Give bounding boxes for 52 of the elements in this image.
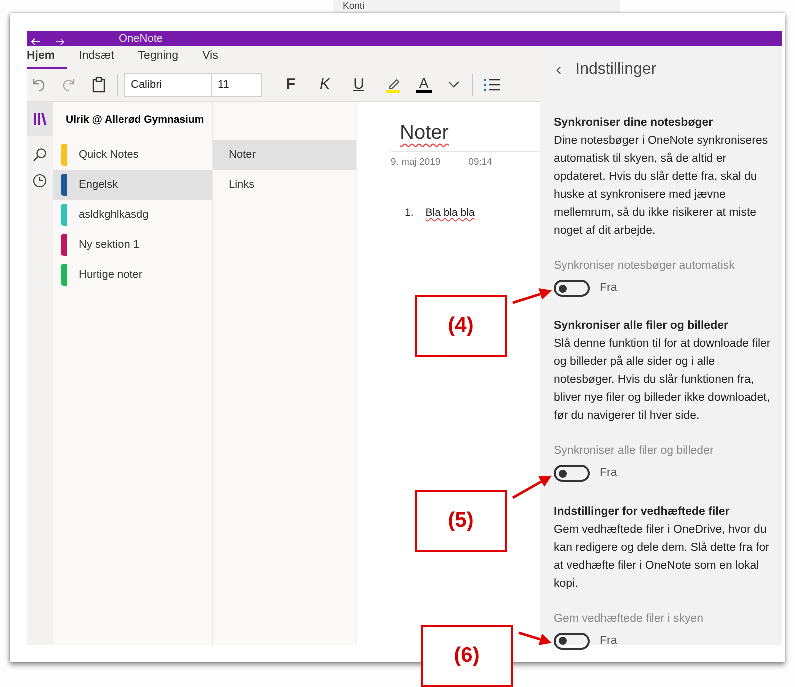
section-heading: Synkroniser alle filer og billeder xyxy=(554,319,730,334)
toggle-state: Fra xyxy=(600,634,618,648)
notebooks-icon[interactable] xyxy=(27,102,53,136)
underline-button[interactable]: U xyxy=(344,73,374,97)
toggle-label: Synkroniser alle filer og billeder xyxy=(554,444,715,460)
panel-title: Indstillinger xyxy=(576,60,657,80)
toggle-state: Fra xyxy=(600,466,618,482)
annotation-label: (5) xyxy=(415,490,507,552)
section-item[interactable]: Quick Notes xyxy=(53,140,212,170)
toggle-state: Fra xyxy=(600,281,618,296)
toggle-label: Gem vedhæftede filer i skyen xyxy=(554,612,705,626)
list-number: 1. xyxy=(405,206,414,222)
italic-button[interactable]: K xyxy=(310,73,340,97)
forward-icon[interactable] xyxy=(55,38,65,46)
section-description: Dine notesbøger i OneNote synkroniseres automatisk til skyen, så de altid er opdateret. Hvis du slår dette fra, skal du huske at synkronisere med jævne mellemrum, så du ikke risikerer at miste noget af dit arbejde. xyxy=(554,134,770,239)
page-title: Noter xyxy=(400,121,449,146)
back-button[interactable]: ‹ xyxy=(554,60,564,80)
page-item[interactable]: Noter xyxy=(213,140,356,170)
annotation-label: (6) xyxy=(421,625,513,687)
font-field[interactable]: Calibri xyxy=(124,73,212,97)
section-heading: Indstillinger for vedhæftede filer xyxy=(554,504,731,520)
section-description: Gem vedhæftede filer i OneDrive, hvor du kan redigere og dele dem. Slå dette fra for at vedhæfte filer i OneNote som en lokal kopi. xyxy=(554,522,770,592)
section-description: Slå denne funktion til for at downloade filer og billeder på alle sider og i alle notesbøger. Hvis du slår funktionen fra, bliver nye filer og billeder ikke downloadet, før du navigerer til hver side. xyxy=(554,336,772,424)
section-item[interactable]: Hurtige noter xyxy=(53,260,212,290)
search-icon[interactable] xyxy=(33,148,47,162)
ribbon-tab[interactable]: Tegning xyxy=(126,46,191,69)
section-item[interactable]: Engelsk xyxy=(53,170,212,200)
page-date: 9. maj 2019 xyxy=(391,156,441,170)
clock-icon[interactable] xyxy=(33,174,47,188)
toggle-switch[interactable] xyxy=(554,465,590,482)
section-heading: Synkroniser dine notesbøger xyxy=(554,116,714,131)
list-item-text: Bla bla bla xyxy=(426,206,475,222)
back-icon[interactable] xyxy=(31,38,41,46)
background-text: Konti xyxy=(343,1,365,12)
annotation-arrow xyxy=(518,632,552,646)
notebook-selector[interactable]: Ulrik @ Allerød Gymnasium xyxy=(53,102,212,140)
annotation-arrow xyxy=(512,476,552,500)
bold-button[interactable]: F xyxy=(276,73,306,97)
toggle-switch[interactable] xyxy=(554,280,590,298)
page-time: 09:14 xyxy=(468,156,492,170)
section-item[interactable]: Ny sektion 1 xyxy=(53,230,212,260)
annotation-label: (4) xyxy=(415,295,507,357)
section-item[interactable]: asldkghlkasdg xyxy=(53,200,212,230)
toggle-switch[interactable] xyxy=(554,632,590,650)
font-color-button[interactable]: A xyxy=(412,73,436,97)
ribbon-tab[interactable]: Indsæt xyxy=(67,46,126,69)
annotation-arrow xyxy=(512,288,552,304)
window-title: OneNote xyxy=(119,33,164,46)
ribbon-tab[interactable]: Vis xyxy=(190,46,230,69)
font-size-field[interactable]: 11 xyxy=(212,73,262,97)
page-item[interactable]: Links xyxy=(213,170,356,200)
toggle-label: Synkroniser notesbøger automatisk xyxy=(554,259,736,274)
